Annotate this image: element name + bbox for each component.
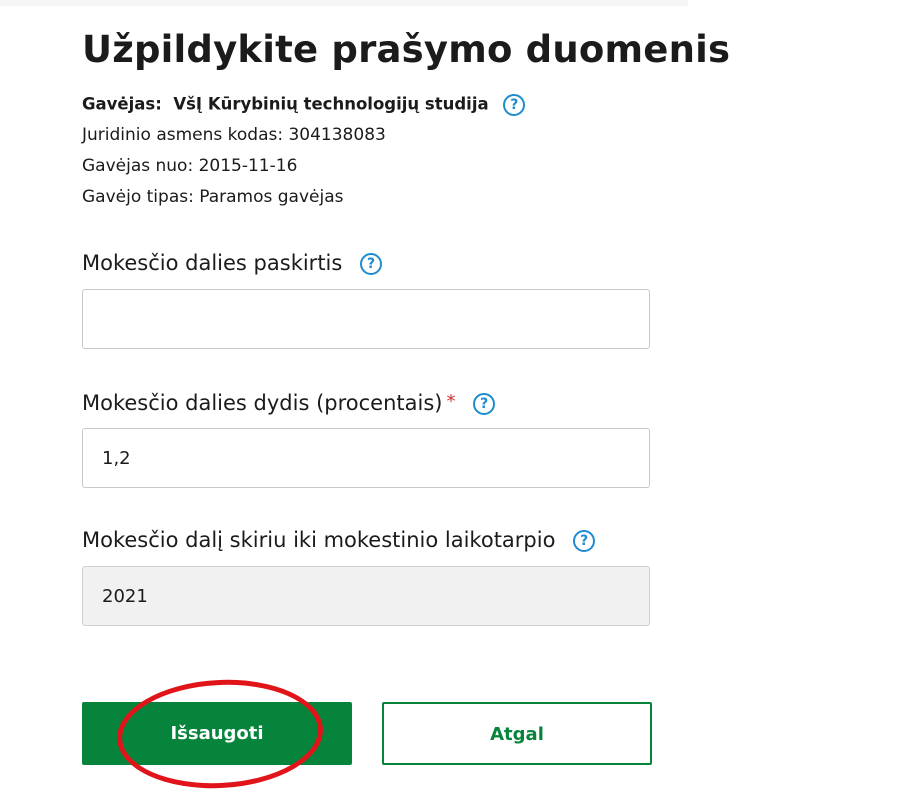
percent-label: Mokesčio dalies dydis (procentais)	[82, 391, 443, 415]
save-button[interactable]: Išsaugoti	[82, 702, 352, 765]
period-input	[82, 566, 650, 626]
back-button[interactable]: Atgal	[382, 702, 652, 765]
purpose-help-icon[interactable]: ?	[360, 253, 383, 275]
top-bar	[0, 0, 688, 6]
recipient-help-icon[interactable]: ?	[503, 94, 526, 116]
percent-input[interactable]	[82, 428, 650, 488]
purpose-label: Mokesčio dalies paskirtis	[82, 251, 343, 275]
purpose-input[interactable]	[82, 289, 650, 349]
percent-label-row: Mokesčio dalies dydis (procentais) * ?	[82, 391, 496, 415]
recipient-code: Juridinio asmens kodas: 304138083	[82, 125, 386, 145]
recipient-row: Gavėjas: VšĮ Kūrybinių technologijų stud…	[82, 94, 526, 116]
period-label: Mokesčio dalį skiriu iki mokestinio laik…	[82, 528, 556, 552]
purpose-label-row: Mokesčio dalies paskirtis ?	[82, 251, 383, 275]
recipient-label: Gavėjas:	[82, 94, 162, 114]
percent-help-icon[interactable]: ?	[473, 393, 496, 415]
required-marker: *	[446, 391, 456, 412]
page-title: Užpildykite prašymo duomenis	[82, 28, 731, 71]
recipient-type: Gavėjo tipas: Paramos gavėjas	[82, 187, 344, 207]
recipient-name: VšĮ Kūrybinių technologijų studija	[173, 94, 489, 114]
period-help-icon[interactable]: ?	[573, 530, 596, 552]
recipient-since: Gavėjas nuo: 2015-11-16	[82, 156, 298, 176]
period-label-row: Mokesčio dalį skiriu iki mokestinio laik…	[82, 528, 596, 552]
